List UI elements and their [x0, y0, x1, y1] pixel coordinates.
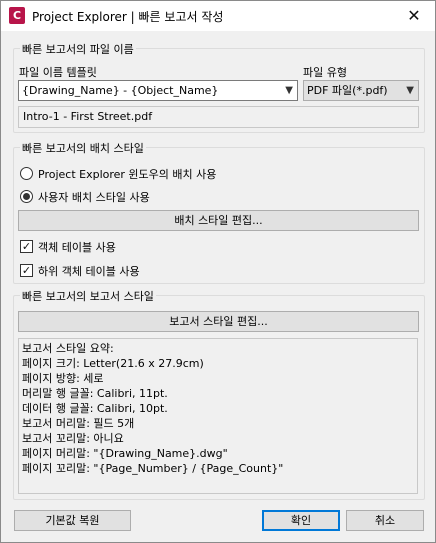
summary-line: 보고서 머리말: 필드 5개 — [22, 417, 135, 430]
chevron-down-icon: ▼ — [285, 85, 293, 96]
radio-user-layout[interactable] — [20, 190, 33, 203]
summary-line: 페이지 꼬리말: "{Page_Number} / {Page_Count}" — [22, 462, 284, 475]
file-type-value: PDF 파일(*.pdf) — [307, 84, 388, 97]
quick-report-dialog: C Project Explorer | 빠른 보고서 작성 ✕ 빠른 보고서의… — [0, 0, 436, 543]
report-style-summary: 보고서 스타일 요약: 페이지 크기: Letter(21.6 x 27.9cm… — [18, 338, 418, 494]
file-type-label: 파일 유형 — [303, 66, 347, 79]
window-title: Project Explorer | 빠른 보고서 작성 — [32, 10, 224, 24]
summary-line: 머리말 행 글꼴: Calibri, 11pt. — [22, 387, 168, 400]
template-label: 파일 이름 템플릿 — [19, 66, 97, 79]
radio-project-explorer-layout[interactable] — [20, 167, 33, 180]
template-value: {Drawing_Name} - {Object_Name} — [22, 84, 219, 97]
layout-group-title: 빠른 보고서의 배치 스타일 — [20, 140, 146, 156]
summary-line: 페이지 방향: 세로 — [22, 372, 104, 385]
use-sub-object-tables-checkbox[interactable]: ✓ — [20, 264, 33, 277]
radio-user-layout-label[interactable]: 사용자 배치 스타일 사용 — [38, 189, 150, 205]
title-bar: C Project Explorer | 빠른 보고서 작성 ✕ — [1, 1, 435, 31]
report-group-title: 빠른 보고서의 보고서 스타일 — [20, 288, 156, 304]
filename-group-title: 빠른 보고서의 파일 이름 — [20, 41, 136, 57]
file-type-combo[interactable]: PDF 파일(*.pdf) ▼ — [303, 80, 419, 101]
filename-preview: Intro-1 - First Street.pdf — [18, 106, 419, 128]
use-object-tables-label[interactable]: 객체 테이블 사용 — [38, 239, 116, 255]
summary-line: 보고서 스타일 요약: — [22, 342, 114, 355]
edit-report-style-button[interactable]: 보고서 스타일 편집... — [18, 311, 419, 332]
close-icon[interactable]: ✕ — [401, 3, 427, 29]
use-sub-object-tables-label[interactable]: 하위 객체 테이블 사용 — [38, 263, 140, 279]
summary-line: 페이지 크기: Letter(21.6 x 27.9cm) — [22, 357, 204, 370]
summary-line: 페이지 머리말: "{Drawing_Name}.dwg" — [22, 447, 228, 460]
summary-line: 보고서 꼬리말: 아니요 — [22, 432, 124, 445]
ok-button[interactable]: 확인 — [262, 510, 340, 531]
summary-line: 데이터 행 글꼴: Calibri, 10pt. — [22, 402, 168, 415]
use-object-tables-checkbox[interactable]: ✓ — [20, 240, 33, 253]
edit-layout-style-button[interactable]: 배치 스타일 편집... — [18, 210, 419, 231]
restore-defaults-button[interactable]: 기본값 복원 — [14, 510, 131, 531]
chevron-down-icon: ▼ — [406, 85, 414, 96]
app-icon: C — [9, 7, 25, 24]
cancel-button[interactable]: 취소 — [346, 510, 424, 531]
radio-project-explorer-label[interactable]: Project Explorer 윈도우의 배치 사용 — [38, 166, 216, 182]
template-combo[interactable]: {Drawing_Name} - {Object_Name} ▼ — [18, 80, 298, 101]
